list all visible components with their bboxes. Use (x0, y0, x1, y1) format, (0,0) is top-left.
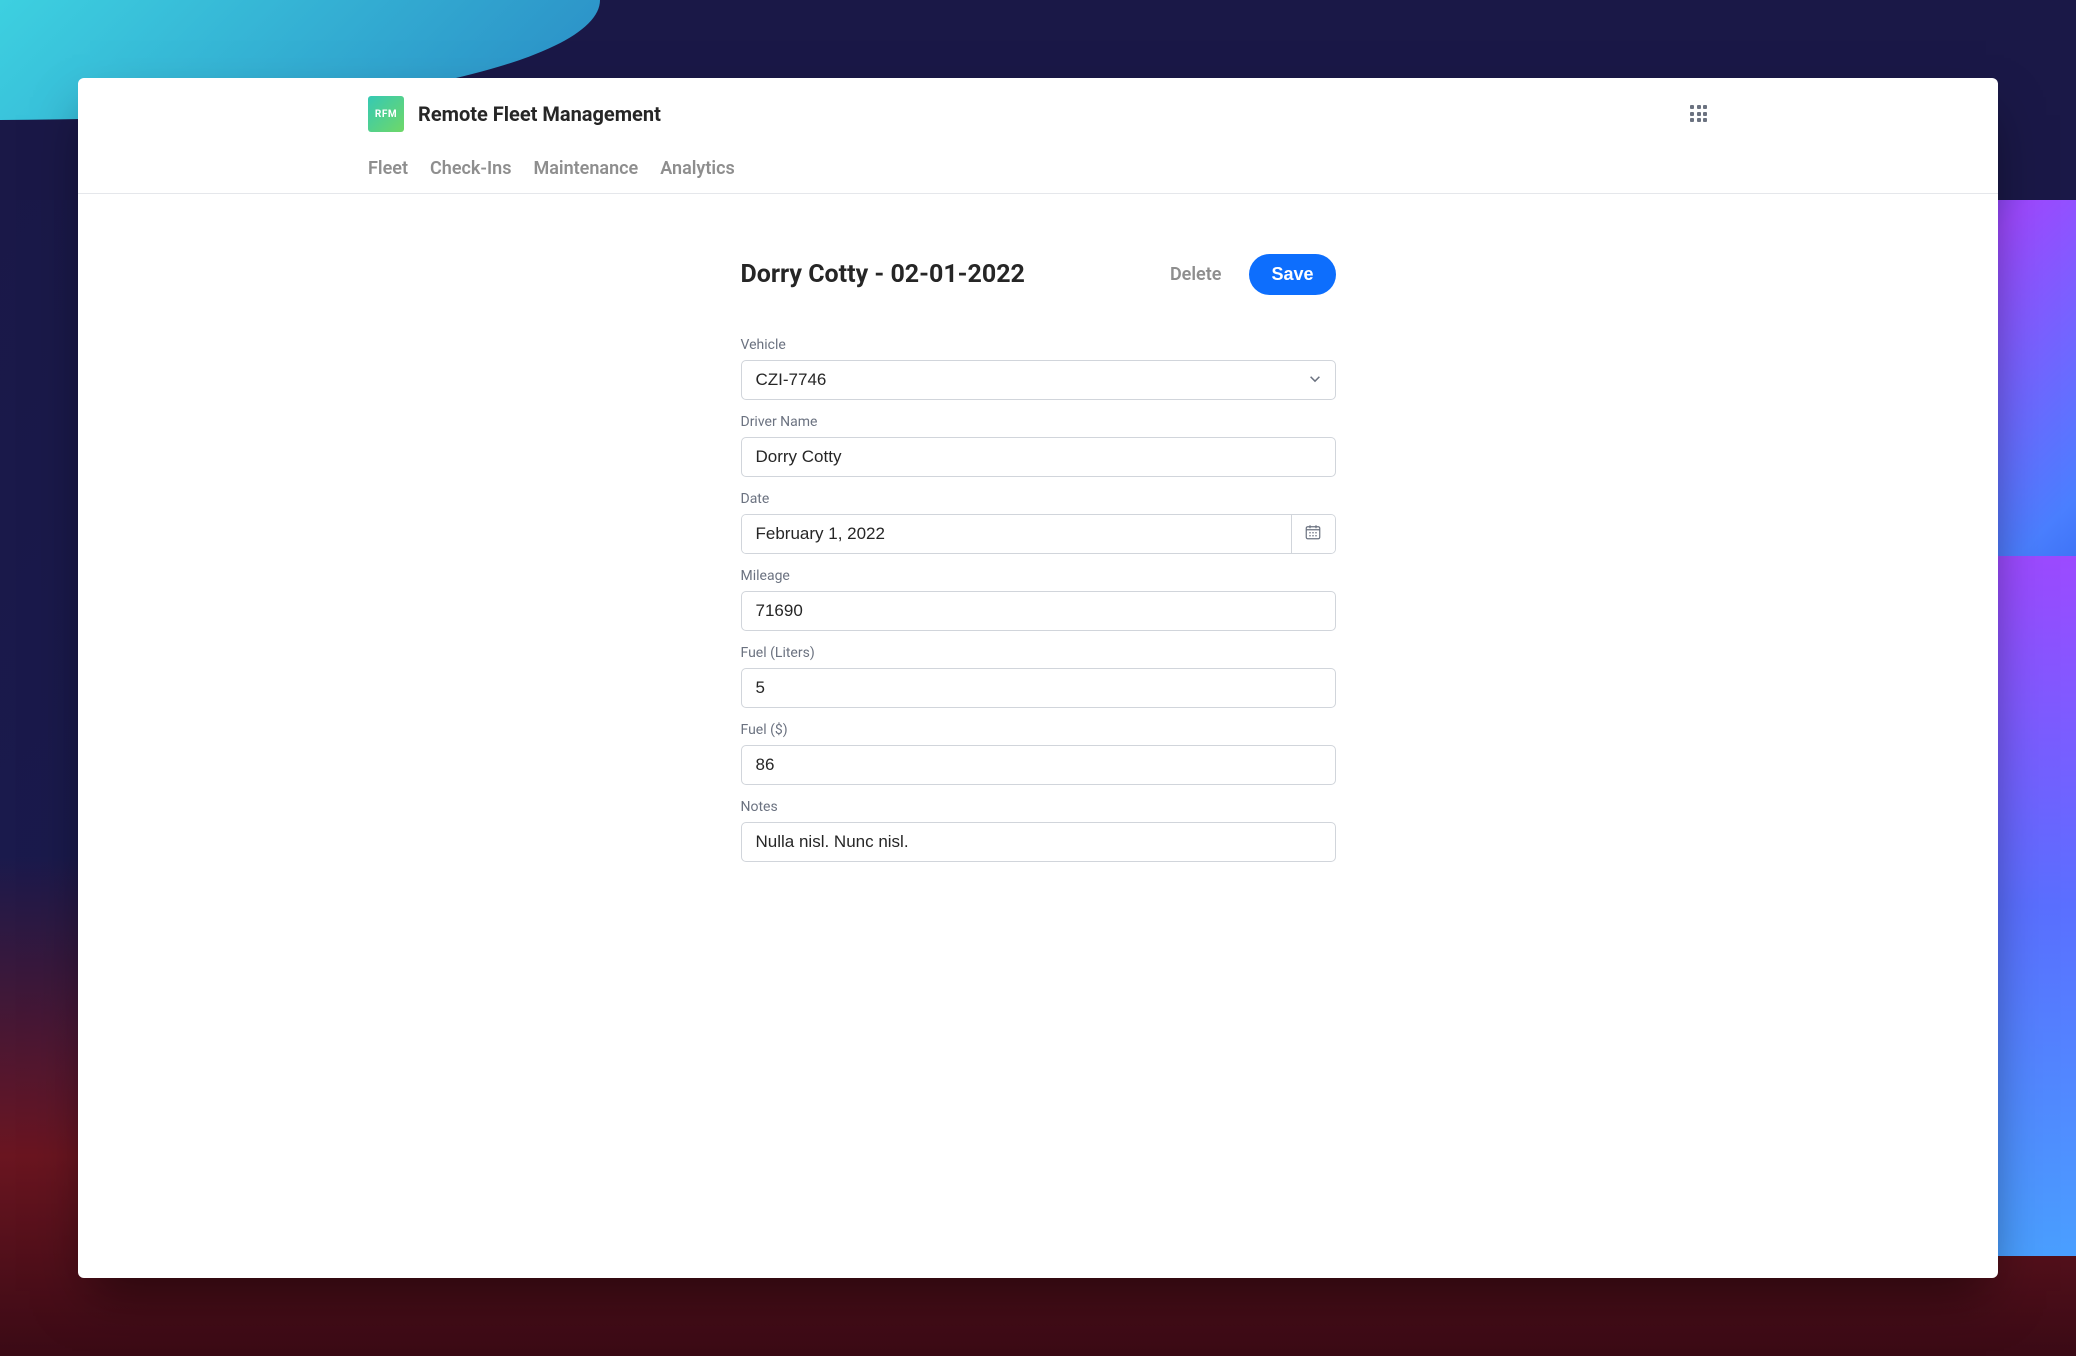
app-window: RFM Remote Fleet Management Fleet Check-… (78, 78, 1998, 1278)
date-picker-button[interactable] (1291, 515, 1335, 553)
nav-item-checkins[interactable]: Check-Ins (430, 144, 511, 193)
mileage-input[interactable] (741, 591, 1336, 631)
main: Dorry Cotty - 02-01-2022 Delete Save Veh… (78, 194, 1998, 1278)
fuel-dollars-label: Fuel ($) (741, 722, 1336, 738)
page-title: Dorry Cotty - 02-01-2022 (741, 260, 1025, 289)
form-group-date: Date (741, 491, 1336, 554)
header: RFM Remote Fleet Management (78, 78, 1998, 144)
nav-item-maintenance[interactable]: Maintenance (533, 144, 638, 193)
app-title: Remote Fleet Management (418, 102, 661, 126)
mileage-label: Mileage (741, 568, 1336, 584)
app-icon: RFM (368, 96, 404, 132)
form-container: Dorry Cotty - 02-01-2022 Delete Save Veh… (741, 254, 1336, 862)
nav-item-fleet[interactable]: Fleet (368, 144, 408, 193)
page-header: Dorry Cotty - 02-01-2022 Delete Save (741, 254, 1336, 295)
nav: Fleet Check-Ins Maintenance Analytics (78, 144, 1998, 194)
notes-label: Notes (741, 799, 1336, 815)
vehicle-label: Vehicle (741, 337, 1336, 353)
driver-name-label: Driver Name (741, 414, 1336, 430)
form-group-vehicle: Vehicle (741, 337, 1336, 400)
form-group-fuel-dollars: Fuel ($) (741, 722, 1336, 785)
fuel-liters-label: Fuel (Liters) (741, 645, 1336, 661)
nav-item-analytics[interactable]: Analytics (660, 144, 735, 193)
fuel-dollars-input[interactable] (741, 745, 1336, 785)
calendar-icon (1304, 523, 1322, 545)
form-group-mileage: Mileage (741, 568, 1336, 631)
form-group-notes: Notes (741, 799, 1336, 862)
notes-input[interactable] (741, 822, 1336, 862)
app-icon-text: RFM (375, 109, 397, 120)
fuel-liters-input[interactable] (741, 668, 1336, 708)
date-input[interactable] (742, 515, 1291, 553)
save-button[interactable]: Save (1249, 254, 1335, 295)
form-group-driver-name: Driver Name (741, 414, 1336, 477)
delete-button[interactable]: Delete (1170, 264, 1222, 285)
apps-grid-icon[interactable] (1690, 105, 1708, 123)
vehicle-select[interactable] (741, 360, 1336, 400)
page-actions: Delete Save (1170, 254, 1336, 295)
driver-name-input[interactable] (741, 437, 1336, 477)
form-group-fuel-liters: Fuel (Liters) (741, 645, 1336, 708)
date-label: Date (741, 491, 1336, 507)
